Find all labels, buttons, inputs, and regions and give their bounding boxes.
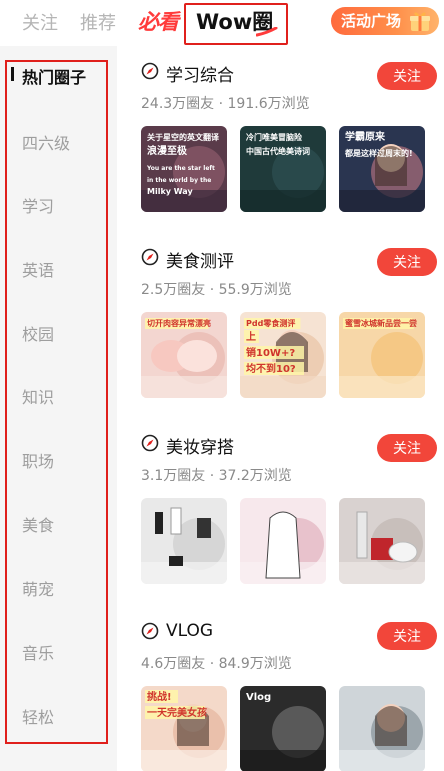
compass-icon	[141, 62, 159, 80]
activity-plaza-label: 活动广场	[341, 12, 402, 30]
circle-title[interactable]: 美妆穿搭	[166, 433, 234, 458]
tab-active-underline-icon	[256, 27, 278, 37]
circle-card[interactable]: 学习综合 24.3万圈友 · 191.6万浏览 关注关于星空的英文翻译 浪漫至极 You…	[117, 46, 444, 226]
post-thumbnail[interactable]: 冷门唯美冒脑险 中国古代绝美诗词	[240, 126, 326, 212]
thumb-caption: Milky Way	[147, 187, 193, 196]
compass-icon	[141, 248, 159, 266]
thumb-caption: Vlog	[246, 692, 271, 703]
post-thumbnail[interactable]: 关于星空的英文翻译 浪漫至极 You are the star left in the…	[141, 126, 227, 212]
circle-card[interactable]: 美妆穿搭 3.1万圈友 · 37.2万浏览 关注	[117, 418, 444, 598]
circle-title[interactable]: 学习综合	[166, 61, 234, 86]
follow-button[interactable]: 关注	[377, 248, 437, 276]
circle-card[interactable]: 美食测评 2.5万圈友 · 55.9万浏览 关注切开肉容异常漂亮 Pdd零食测评上销1…	[117, 232, 444, 412]
thumb-caption: 挑战!	[147, 690, 172, 703]
circle-thumbnails: 挑战! 一天完美女孩 Vlog	[141, 686, 436, 771]
circle-title[interactable]: 美食测评	[166, 247, 234, 272]
thumb-caption: 切开肉容异常漂亮	[147, 318, 211, 328]
thumb-caption: 上	[246, 330, 256, 343]
post-thumbnail[interactable]: 切开肉容异常漂亮	[141, 312, 227, 398]
thumb-caption: You are the star left	[146, 165, 215, 172]
follow-button[interactable]: 关注	[377, 622, 437, 650]
thumb-caption: 都是这样过周末的!	[344, 148, 413, 158]
post-thumbnail[interactable]: 学霸原来都是这样过周末的!	[339, 126, 425, 212]
thumb-caption: 浪漫至极	[147, 144, 188, 157]
thumb-caption: 一天完美女孩	[147, 706, 207, 719]
post-thumbnail[interactable]	[339, 686, 425, 771]
post-thumbnail[interactable]: Pdd零食测评上销10W+? 均不到10?	[240, 312, 326, 398]
thumb-caption: 冷门唯美冒脑险	[246, 132, 303, 142]
thumb-caption: in the world by the	[147, 177, 211, 184]
sidebar-highlight	[5, 60, 108, 744]
thumb-caption: 蜜雪冰城新品尝一尝	[345, 318, 417, 328]
follow-button[interactable]: 关注	[377, 62, 437, 90]
post-thumbnail[interactable]: Vlog	[240, 686, 326, 771]
thumb-caption: 均不到10?	[246, 362, 296, 375]
circle-stats: 24.3万圈友 · 191.6万浏览	[141, 96, 310, 112]
compass-icon	[141, 434, 159, 452]
top-nav-bar: 关注 推荐 必看 Wow圈 活动广场	[0, 0, 444, 46]
activity-plaza-button[interactable]: 活动广场	[331, 7, 439, 35]
thumb-caption: Pdd零食测评	[246, 318, 295, 328]
tab-follow[interactable]: 关注	[22, 9, 58, 35]
circle-stats: 2.5万圈友 · 55.9万浏览	[141, 282, 292, 298]
compass-icon	[141, 622, 159, 640]
thumb-caption: 关于星空的英文翻译	[147, 132, 220, 142]
post-thumbnail[interactable]	[240, 498, 326, 584]
circle-stats: 4.6万圈友 · 84.9万浏览	[141, 656, 292, 672]
circle-list: 学习综合 24.3万圈友 · 191.6万浏览 关注 关于星空的英文翻译 浪漫至极 You…	[117, 46, 444, 771]
circle-card[interactable]: VLOG 4.6万圈友 · 84.9万浏览 关注挑战! 一天完美女孩 Vlog	[117, 606, 444, 771]
tab-recommend[interactable]: 推荐	[80, 9, 116, 35]
gift-icon	[410, 12, 430, 31]
follow-button[interactable]: 关注	[377, 434, 437, 462]
circle-thumbnails	[141, 498, 436, 584]
post-thumbnail[interactable]	[141, 498, 227, 584]
circle-stats: 3.1万圈友 · 37.2万浏览	[141, 468, 292, 484]
post-thumbnail[interactable]: 挑战! 一天完美女孩	[141, 686, 227, 771]
tab-must-see[interactable]: 必看	[138, 6, 179, 36]
circle-thumbnails: 切开肉容异常漂亮 Pdd零食测评上销10W+? 均不到10? 蜜雪冰城新品尝一尝	[141, 312, 436, 398]
thumb-caption: 学霸原来	[345, 130, 386, 143]
thumb-caption: 中国古代绝美诗词	[246, 146, 310, 156]
circle-title[interactable]: VLOG	[166, 621, 213, 641]
circle-thumbnails: 关于星空的英文翻译 浪漫至极 You are the star left in the…	[141, 126, 436, 212]
thumb-caption: 销10W+?	[246, 346, 295, 359]
post-thumbnail[interactable]: 蜜雪冰城新品尝一尝	[339, 312, 425, 398]
post-thumbnail[interactable]	[339, 498, 425, 584]
